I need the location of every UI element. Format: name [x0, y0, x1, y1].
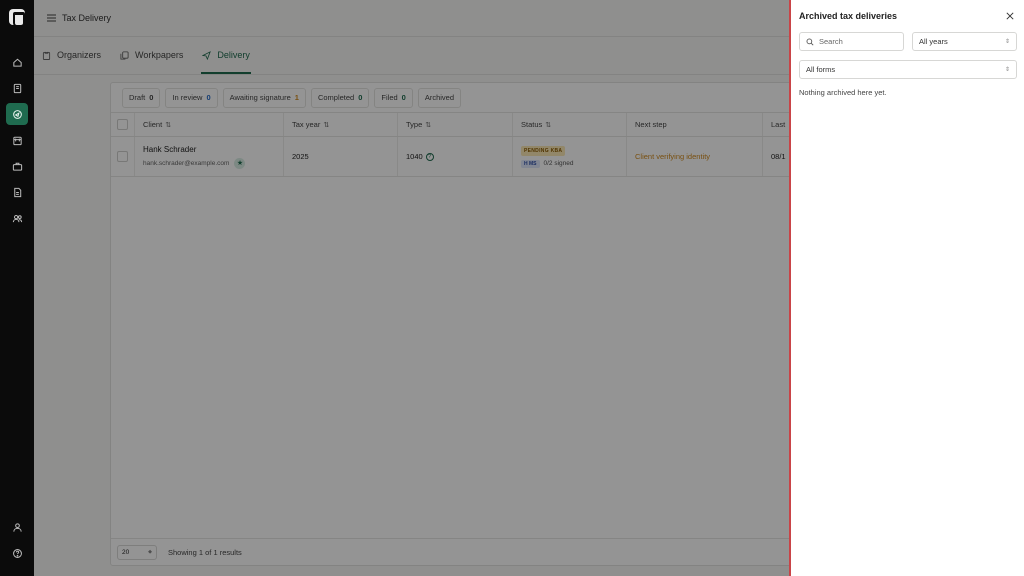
search-field[interactable] — [799, 32, 904, 51]
left-rail — [0, 0, 34, 576]
close-icon — [1005, 11, 1014, 20]
search-input[interactable] — [819, 37, 899, 46]
close-button[interactable] — [1004, 10, 1015, 21]
document-icon[interactable] — [6, 181, 28, 203]
modal-backdrop[interactable] — [34, 0, 789, 576]
drawer-title: Archived tax deliveries — [799, 11, 898, 21]
year-filter-value: All years — [919, 37, 948, 46]
help-icon[interactable] — [6, 542, 28, 564]
home-icon[interactable] — [6, 51, 28, 73]
users-icon[interactable] — [6, 207, 28, 229]
empty-state-message: Nothing archived here yet. — [799, 88, 887, 97]
form-filter-value: All forms — [806, 65, 836, 74]
form-filter-select[interactable]: All forms ⇕ — [799, 60, 1017, 79]
app-logo[interactable] — [9, 9, 25, 27]
organizer-icon[interactable] — [6, 77, 28, 99]
search-icon — [806, 38, 814, 46]
chevron-updown-icon: ⇕ — [1004, 38, 1010, 45]
briefcase-icon[interactable] — [6, 155, 28, 177]
year-filter-select[interactable]: All years ⇕ — [912, 32, 1017, 51]
user-icon[interactable] — [6, 516, 28, 538]
archived-drawer: Archived tax deliveries All years ⇕ All … — [789, 0, 1024, 576]
chevron-updown-icon: ⇕ — [1004, 66, 1010, 73]
calendar-icon[interactable] — [6, 129, 28, 151]
delivery-icon[interactable] — [6, 103, 28, 125]
